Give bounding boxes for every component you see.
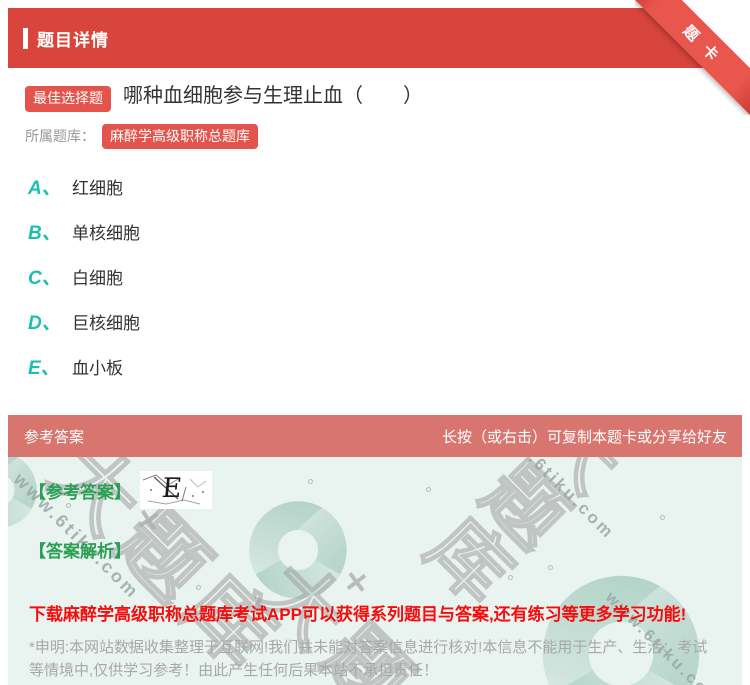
option-text: 红细胞	[72, 179, 123, 198]
reference-answer-label: 【参考答案】	[29, 483, 131, 502]
disclaimer-text: *申明:本网站数据收集整理于互联网!我们并未能对答案信息进行核对!本信息不能用于…	[29, 639, 708, 680]
option-text: 血小板	[72, 359, 123, 378]
header-accent-bar	[23, 27, 28, 49]
copy-share-hint: 长按（或右击）可复制本题卡或分享给好友	[441, 428, 727, 446]
question-text: 哪种血细胞参与生理止血（ ）	[123, 85, 423, 107]
option-e[interactable]: E、 血小板	[28, 356, 734, 379]
page-title: 题目详情	[37, 30, 109, 50]
option-letter: C、	[28, 268, 61, 289]
option-letter: E、	[28, 358, 60, 379]
answer-letter: E	[160, 473, 184, 504]
question-bank-row: 所属题库： 麻醉学高级职称总题库	[25, 123, 734, 149]
app-promo-text: 下载麻醉学高级职称总题库考试APP可以获得系列题目与答案,还有练习等更多学习功能…	[29, 605, 687, 624]
question-bank-label: 所属题库：	[25, 128, 95, 145]
option-b[interactable]: B、 单核细胞	[28, 221, 734, 244]
option-text: 巨核细胞	[72, 314, 140, 333]
question-row: 最佳选择题 哪种血细胞参与生理止血（ ）	[25, 82, 734, 112]
question-bank-badge[interactable]: 麻醉学高级职称总题库	[102, 123, 258, 149]
option-d[interactable]: D、 巨核细胞	[28, 311, 734, 334]
option-letter: B、	[28, 223, 61, 244]
question-detail-page: 题目详情 题卡 最佳选择题 哪种血细胞参与生理止血（ ） 所属题库： 麻醉学高级…	[0, 0, 750, 685]
option-letter: D、	[28, 313, 61, 334]
question-section: 最佳选择题 哪种血细胞参与生理止血（ ） 所属题库： 麻醉学高级职称总题库 A、…	[0, 68, 750, 415]
answer-content: 【参考答案】 E 【答案解析】 下载麻醉学高级职称总题库考试APP可以获得系列题…	[8, 457, 742, 683]
answer-section-header: 参考答案 长按（或右击）可复制本题卡或分享给好友	[8, 415, 742, 457]
option-letter: A、	[28, 178, 61, 199]
option-c[interactable]: C、 白细胞	[28, 266, 734, 289]
answer-section: 参考答案 长按（或右击）可复制本题卡或分享给好友 大题库 大题库 大题库 www…	[8, 415, 742, 685]
answer-value-image: E	[140, 471, 212, 509]
answer-section-body: 大题库 大题库 大题库 www.6tiku.com www.6tiku.com …	[8, 457, 742, 685]
page-header: 题目详情	[8, 8, 742, 68]
answer-section-title: 参考答案	[24, 428, 85, 446]
analysis-label: 【答案解析】	[29, 542, 131, 561]
option-text: 单核细胞	[72, 224, 140, 243]
ribbon-corner: 题卡	[635, 0, 750, 115]
option-a[interactable]: A、 红细胞	[28, 176, 734, 199]
question-type-badge: 最佳选择题	[25, 86, 111, 112]
options-list: A、 红细胞 B、 单核细胞 C、 白细胞 D、 巨核细胞 E、 血小板	[25, 176, 734, 379]
reference-answer-row: 【参考答案】 E	[29, 471, 722, 509]
option-text: 白细胞	[72, 269, 123, 288]
